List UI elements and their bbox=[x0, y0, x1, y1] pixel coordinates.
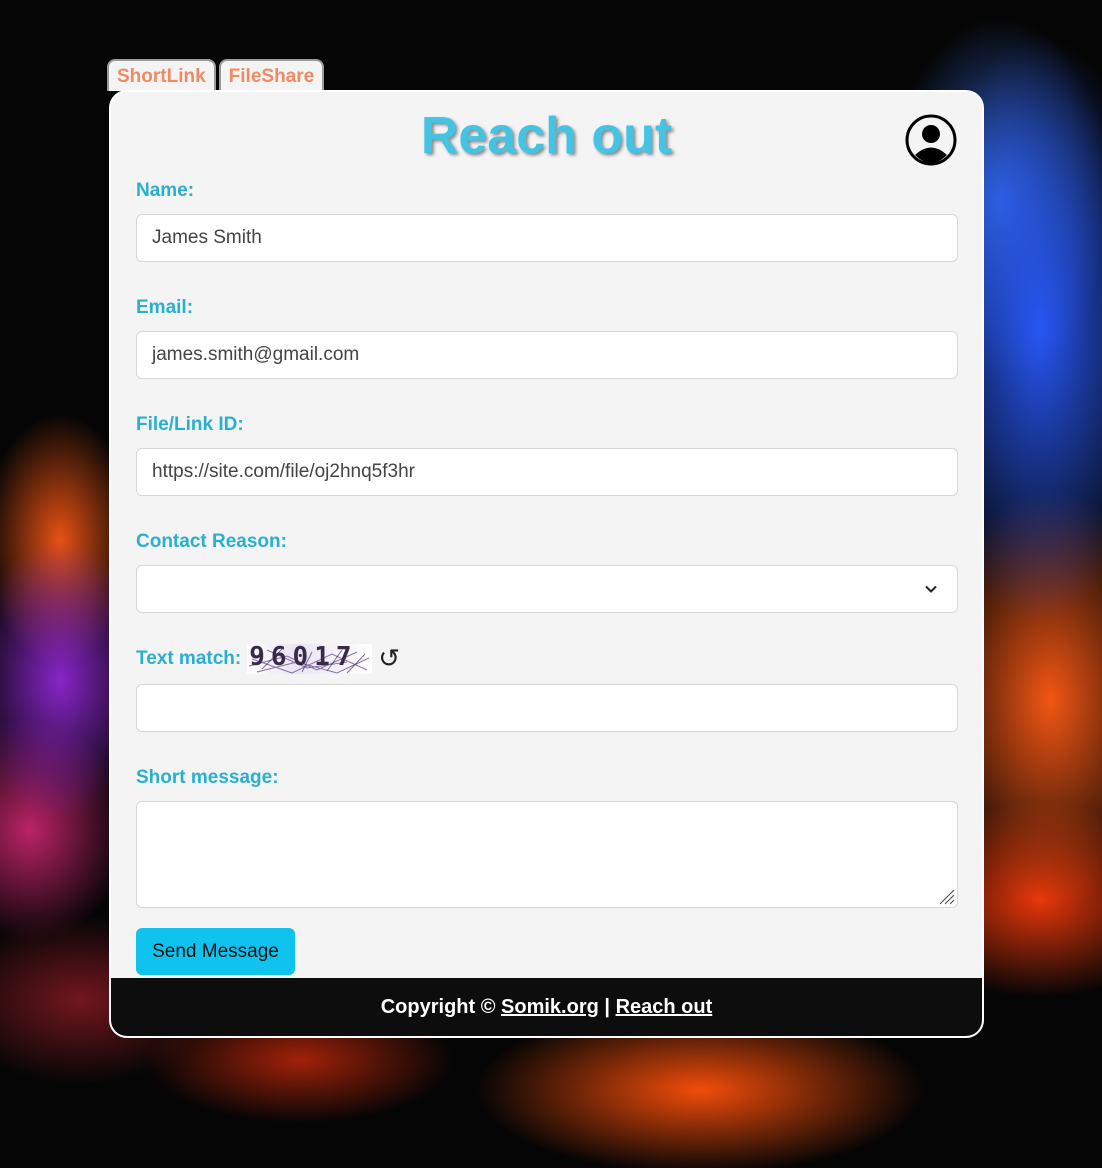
message-textarea[interactable] bbox=[136, 801, 958, 908]
name-label: Name: bbox=[136, 180, 195, 201]
captcha-text: 96017 bbox=[249, 642, 358, 672]
message-label: Short message: bbox=[136, 767, 279, 788]
contact-reason-select[interactable] bbox=[136, 565, 958, 613]
reach-out-link[interactable]: Reach out bbox=[616, 996, 713, 1018]
resize-grip-icon[interactable] bbox=[937, 887, 955, 905]
tab-shortlink[interactable]: ShortLink bbox=[107, 59, 216, 91]
captcha-row: Text match: 96017 ↺ bbox=[136, 642, 958, 676]
footer: Copyright © Somik.org | Reach out bbox=[111, 978, 982, 1036]
link-id-input[interactable]: https://site.com/file/oj2hnq5f3hr bbox=[136, 448, 958, 496]
somik-link[interactable]: Somik.org bbox=[501, 996, 599, 1018]
captcha-image: 96017 bbox=[247, 642, 373, 674]
contact-form: Name: James Smith Email: james.smith@gma… bbox=[136, 178, 958, 975]
user-circle-icon bbox=[905, 114, 957, 166]
page-title: Reach out bbox=[420, 107, 673, 165]
email-label: Email: bbox=[136, 297, 194, 318]
captcha-label: Text match: bbox=[136, 648, 242, 669]
tab-fileshare[interactable]: FileShare bbox=[218, 59, 325, 91]
name-input[interactable]: James Smith bbox=[136, 214, 958, 262]
contact-card: Reach out Name: James Smith Email: james… bbox=[109, 90, 984, 1038]
send-message-button[interactable]: Send Message bbox=[136, 928, 295, 975]
captcha-input[interactable] bbox=[136, 684, 958, 732]
email-input[interactable]: james.smith@gmail.com bbox=[136, 331, 958, 379]
contact-reason-label: Contact Reason: bbox=[136, 531, 287, 552]
footer-separator: | bbox=[604, 996, 610, 1018]
link-id-label: File/Link ID: bbox=[136, 414, 244, 435]
copyright-text: Copyright © bbox=[380, 996, 496, 1018]
tab-bar: ShortLink FileShare bbox=[107, 59, 325, 91]
profile-button[interactable] bbox=[905, 114, 957, 166]
chevron-down-icon bbox=[925, 585, 937, 593]
refresh-icon[interactable]: ↺ bbox=[378, 644, 400, 674]
